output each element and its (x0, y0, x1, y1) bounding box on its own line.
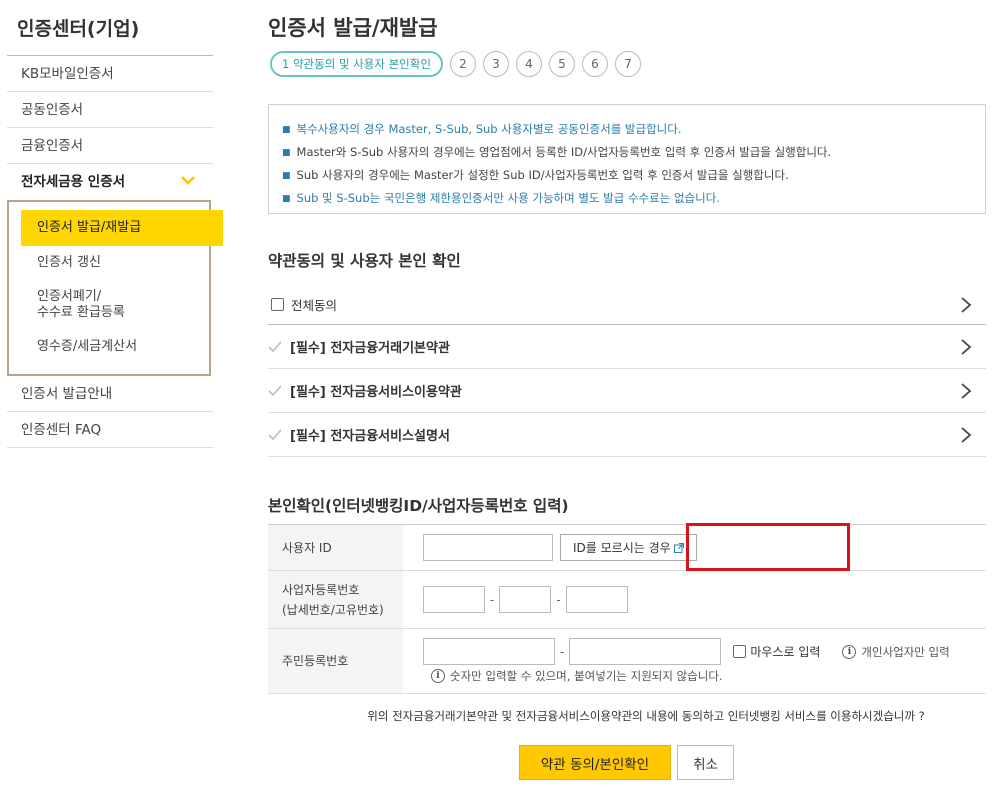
user-id-input[interactable] (423, 534, 553, 561)
verify-section-title: 본인확인(인터넷뱅킹ID/사업자등록번호 입력) (268, 497, 569, 515)
step-3: 3 (482, 51, 509, 77)
agree-item-label: [필수] 전자금융서비스설명서 (290, 429, 450, 444)
agreement-list: 전체동의 [필수] 전자금융거래기본약관 [필수] 전자금융서비스이용약관 [필… (268, 285, 986, 457)
step-4: 4 (515, 51, 542, 77)
submenu-item-receipt-invoice[interactable]: 영수증/세금계산서 (21, 330, 209, 364)
biz-no-label: 사업자등록번호 (납세번호/고유번호) (268, 571, 403, 628)
agree-item-row[interactable]: [필수] 전자금융거래기본약관 (268, 325, 986, 369)
notice-line: ■ Sub 사용자의 경우에는 Master가 설정한 Sub ID/사업자등록번… (282, 168, 789, 182)
agree-item-label: [필수] 전자금융서비스이용약관 (290, 385, 462, 400)
sidebar-item-faq[interactable]: 인증센터 FAQ (7, 412, 213, 448)
info-icon: i (431, 669, 445, 683)
check-icon[interactable] (268, 428, 282, 442)
sidebar-item-e-tax-cert[interactable]: 전자세금용 인증서 (7, 164, 213, 200)
notice-line: ■ 복수사용자의 경우 Master, S-Sub, Sub 사용자별로 공동인증… (282, 122, 682, 136)
sidebar-item-label: 전자세금용 인증서 (21, 174, 126, 190)
sidebar-title: 인증센터(기업) (17, 18, 140, 40)
form-row-resident-no: 주민등록번호 - 마우스로 입력 i 개인사업자만 입력 i 숫자만 입력할 수… (268, 629, 986, 694)
chevron-down-icon (181, 176, 195, 185)
individual-note: 개인사업자만 입력 (861, 644, 950, 659)
verification-form: 사용자 ID ID를 모르시는 경우 사업자등록번호 (납세번호/고유번호) -… (268, 523, 986, 694)
step-2: 2 (449, 51, 476, 77)
chevron-right-icon[interactable] (960, 296, 972, 313)
cancel-button[interactable]: 취소 (677, 745, 734, 780)
forgot-id-button[interactable]: ID를 모르시는 경우 (560, 534, 697, 561)
page-title: 인증서 발급/재발급 (268, 16, 438, 40)
mouse-input-label: 마우스로 입력 (750, 645, 821, 659)
digits-note: 숫자만 입력할 수 있으며, 붙여넣기는 지원되지 않습니다. (450, 669, 723, 683)
sidebar-item-issue-guide[interactable]: 인증서 발급안내 (7, 376, 213, 412)
chevron-right-icon[interactable] (960, 382, 972, 399)
info-icon: i (842, 644, 857, 659)
biz-no-input-1[interactable] (423, 586, 485, 613)
mouse-input-checkbox[interactable] (733, 645, 747, 658)
submenu-item-issue-reissue[interactable]: 인증서 발급/재발급 (21, 210, 223, 246)
resident-no-label: 주민등록번호 (268, 629, 403, 693)
check-icon[interactable] (268, 384, 282, 398)
agree-all-row[interactable]: 전체동의 (268, 285, 986, 325)
step-indicator: 1 약관동의 및 사용자 본인확인 2 3 4 5 6 7 (270, 51, 641, 77)
bullet-icon: ■ (282, 148, 291, 158)
step-1-current: 1 약관동의 및 사용자 본인확인 (270, 51, 443, 77)
sidebar-item-financial-cert[interactable]: 금융인증서 (7, 128, 213, 164)
biz-no-input-2[interactable] (499, 586, 552, 613)
biz-no-input-3[interactable] (565, 586, 628, 613)
notice-line: ■ Sub 및 S-Sub는 국민은행 제한용인증서만 사용 가능하며 별도 발급… (282, 191, 720, 205)
sidebar-item-joint-cert[interactable]: 공동인증서 (7, 92, 213, 128)
resident-no-input-2[interactable] (569, 638, 722, 665)
external-link-icon (673, 542, 684, 553)
bullet-icon: ■ (282, 125, 291, 135)
agree-all-label: 전체동의 (291, 298, 338, 313)
notice-line: ■ Master와 S-Sub 사용자의 경우에는 영업점에서 등록한 ID/사업… (282, 145, 832, 159)
check-icon[interactable] (268, 340, 282, 354)
user-id-label: 사용자 ID (268, 525, 403, 570)
form-row-user-id: 사용자 ID ID를 모르시는 경우 (268, 523, 986, 571)
highlight-annotation-box (686, 523, 850, 571)
step-5: 5 (548, 51, 575, 77)
chevron-right-icon[interactable] (960, 338, 972, 355)
sidebar-item-kb-mobile-cert[interactable]: KB모바일인증서 (7, 56, 213, 92)
bullet-icon: ■ (282, 171, 291, 181)
resident-no-input-1[interactable] (423, 638, 555, 665)
sidebar-menu: KB모바일인증서 공동인증서 금융인증서 전자세금용 인증서 인증서 발급/재발… (7, 55, 223, 448)
bullet-icon: ■ (282, 194, 291, 204)
submenu-item-renew[interactable]: 인증서 갱신 (21, 246, 209, 280)
agree-all-checkbox[interactable] (271, 298, 284, 311)
confirm-question: 위의 전자금융거래기본약관 및 전자금융서비스이용약관의 내용에 동의하고 인터… (367, 709, 925, 723)
agree-item-row[interactable]: [필수] 전자금융서비스설명서 (268, 413, 986, 457)
submenu-item-revoke-refund[interactable]: 인증서폐기/ 수수료 환급등록 (21, 280, 209, 330)
agree-confirm-button[interactable]: 약관 동의/본인확인 (519, 745, 671, 780)
step-6: 6 (581, 51, 608, 77)
notice-box: ■ 복수사용자의 경우 Master, S-Sub, Sub 사용자별로 공동인증… (268, 104, 986, 214)
agree-item-row[interactable]: [필수] 전자금융서비스이용약관 (268, 369, 986, 413)
chevron-right-icon[interactable] (960, 426, 972, 443)
sidebar-submenu: 인증서 발급/재발급 인증서 갱신 인증서폐기/ 수수료 환급등록 영수증/세금… (7, 200, 223, 376)
form-row-biz-no: 사업자등록번호 (납세번호/고유번호) - - (268, 571, 986, 629)
agree-item-label: [필수] 전자금융거래기본약관 (290, 341, 450, 356)
step-7: 7 (614, 51, 641, 77)
agree-section-title: 약관동의 및 사용자 본인 확인 (268, 252, 461, 270)
